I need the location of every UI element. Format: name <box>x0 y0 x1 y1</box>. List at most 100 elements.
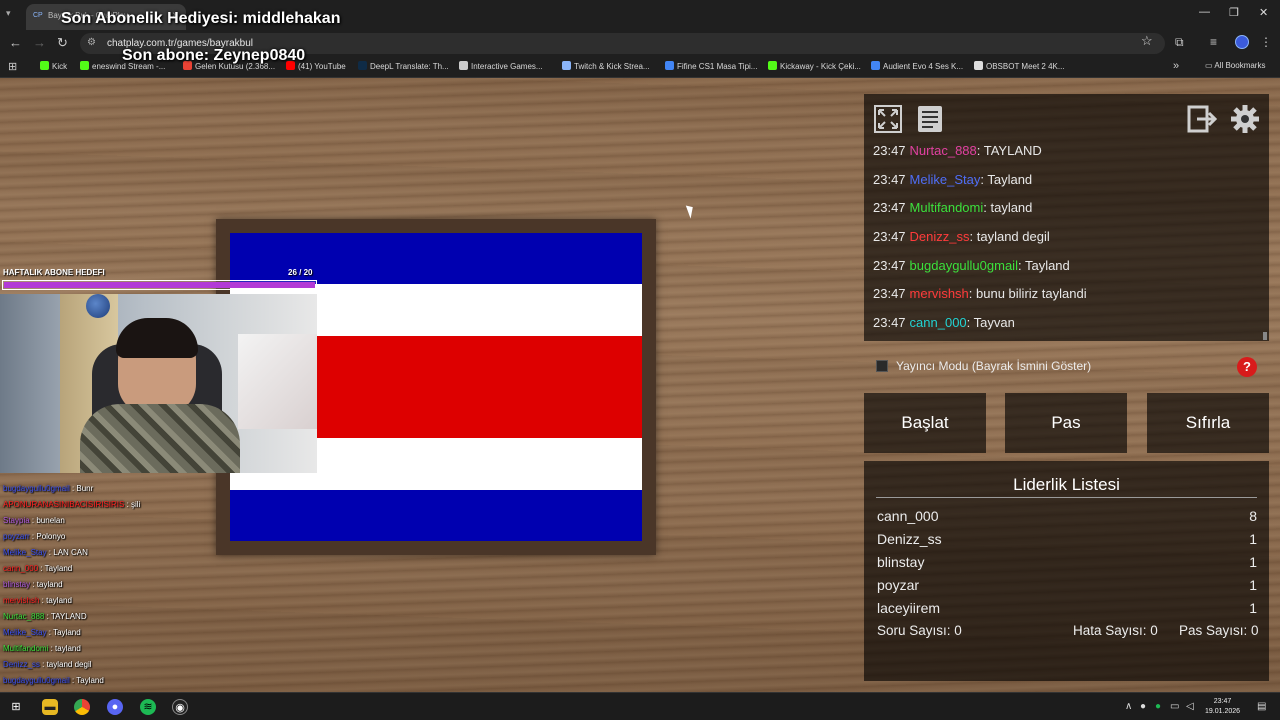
media-control-icon[interactable]: ≡ <box>1210 35 1217 49</box>
apps-grid-icon[interactable]: ⊞ <box>8 60 17 73</box>
stream-chat-user: Denizz_ss <box>3 660 40 669</box>
file-explorer-icon[interactable]: ▬ <box>42 699 58 715</box>
clock[interactable]: 23:47 19.01.2026 <box>1205 697 1240 717</box>
bookmark-6[interactable]: Twitch & Kick Strea... <box>562 61 650 71</box>
chat-user: Melike_Stay <box>909 171 981 187</box>
streamer-hair <box>116 318 198 358</box>
stream-chat-user: APONURANASINIBACISIRISIRIS <box>3 500 125 509</box>
tray-discord-icon[interactable]: ● <box>1140 701 1146 712</box>
leaderboard-row: cann_000 8 <box>877 508 1257 524</box>
bookmark-1-icon <box>80 61 89 70</box>
pass-button[interactable]: Pas <box>1005 393 1127 453</box>
pass-count: Pas Sayısı: 0 <box>1179 623 1259 638</box>
spotify-icon[interactable]: ≋ <box>140 699 156 715</box>
chat-user: cann_000 <box>909 315 967 331</box>
bookmark-10[interactable]: OBSBOT Meet 2 4K... <box>974 61 1065 71</box>
restore-icon[interactable]: ❐ <box>1229 6 1239 19</box>
stream-chat-user: blinstay <box>3 580 31 589</box>
stream-chat-line: poyzarr : Polonyo <box>3 529 313 545</box>
discord-icon[interactable]: ● <box>107 699 123 715</box>
stream-chat-text: : tayland <box>48 644 81 653</box>
folder-icon: ▭ <box>1205 61 1215 70</box>
volume-icon[interactable]: ◁ <box>1186 701 1194 712</box>
obs-icon[interactable]: ◉ <box>172 699 188 715</box>
tray-spotify-icon[interactable]: ● <box>1155 701 1161 712</box>
streamer-body <box>80 404 240 473</box>
stream-chat-line: bugdaygullu0gmail : Tayland <box>3 673 313 689</box>
stream-chat-line: cann_000 : Tayland <box>3 561 313 577</box>
stream-chat-user: poyzarr <box>3 532 30 541</box>
chat-scrollbar[interactable] <box>1263 332 1267 340</box>
stream-chat-text: : tayland degil <box>39 660 92 669</box>
bookmark-7[interactable]: Fifine CS1 Masa Tipi... <box>665 61 757 71</box>
tab-search-icon[interactable]: ▾ <box>6 8 11 19</box>
chat-message: 23:47 Nurtac_888: TAYLAND <box>873 143 1042 158</box>
reset-button[interactable]: Sıfırla <box>1147 393 1269 453</box>
chrome-icon[interactable] <box>74 699 90 715</box>
bookmark-8-icon <box>768 61 777 70</box>
stream-chat-line: Nurtac_888 : TAYLAND <box>3 609 313 625</box>
stream-chat-text: : şili <box>124 500 141 509</box>
start-button[interactable]: Başlat <box>864 393 986 453</box>
bookmark-4[interactable]: DeepL Translate: Th... <box>358 61 449 71</box>
settings-gear-icon[interactable] <box>1230 104 1260 134</box>
chat-list: 23:47 Nurtac_888: TAYLAND 23:47 Melike_Sta… <box>873 143 1263 344</box>
chat-message: 23:47 Denizz_ss: tayland degil <box>873 229 1050 245</box>
chatplay-favicon-icon: CP <box>33 12 43 19</box>
leaderboard-row: blinstay 1 <box>877 554 1257 570</box>
extensions-icon[interactable]: ⧉ <box>1175 35 1184 50</box>
browser-menu-icon[interactable]: ⋮ <box>1260 35 1272 49</box>
latest-sub-overlay: Son abone: Zeynep0840 <box>122 47 306 64</box>
bookmark-4-icon <box>358 61 367 70</box>
stream-chat-user: Melike_Stay <box>3 628 47 637</box>
streamer-mode-label[interactable]: Yayıncı Modu (Bayrak İsmini Göster) <box>896 359 1091 373</box>
chat-user: mervishsh <box>909 286 969 302</box>
streamer-mode-checkbox[interactable] <box>876 360 888 372</box>
chat-message: 23:47 Multifandomi: tayland <box>873 200 1033 216</box>
notes-icon[interactable] <box>915 104 945 134</box>
bookmarks-overflow-icon[interactable]: » <box>1173 60 1179 72</box>
webcam-feed <box>0 294 317 473</box>
chat-user: Nurtac_888 <box>909 143 977 158</box>
chat-user: Multifandomi <box>909 200 984 216</box>
bookmark-5[interactable]: Interactive Games... <box>459 61 543 71</box>
fullscreen-icon[interactable] <box>873 104 903 134</box>
stream-chat-line: Melike_Stay : Tayland <box>3 625 313 641</box>
bookmark-7-icon <box>665 61 674 70</box>
bookmark-0[interactable]: Kick <box>40 61 67 71</box>
back-icon[interactable]: ← <box>9 35 22 50</box>
stream-chat-user: Melike_Stay <box>3 548 47 557</box>
help-button[interactable]: ? <box>1237 357 1257 377</box>
profile-avatar-icon[interactable] <box>1235 35 1249 49</box>
stream-chat-line: Melike_Stay : LAN CAN <box>3 545 313 561</box>
notifications-icon[interactable]: ▤ <box>1257 701 1266 712</box>
forward-icon[interactable]: → <box>33 35 46 50</box>
sub-goal-fill <box>4 282 315 288</box>
network-icon[interactable]: ▭ <box>1170 701 1179 712</box>
divider <box>876 497 1257 498</box>
close-window-icon[interactable]: ✕ <box>1259 6 1268 19</box>
globe-icon <box>86 294 110 318</box>
minimize-icon[interactable]: — <box>1199 6 1210 18</box>
reload-icon[interactable]: ↻ <box>57 35 68 51</box>
stream-chat-overlay: bugdaygullu0gmail : Bunr APONURANASINIBAC… <box>3 481 313 720</box>
bookmark-5-icon <box>459 61 468 70</box>
windows-start-icon[interactable]: ⊞ <box>8 699 24 715</box>
bookmark-9[interactable]: Audient Evo 4 Ses K... <box>871 61 963 71</box>
chat-panel: 23:47 Nurtac_888: TAYLAND 23:47 Melike_Sta… <box>864 94 1269 341</box>
chat-message: 23:47 mervishsh: bunu biliriz taylandi <box>873 286 1087 302</box>
site-info-icon[interactable]: ⚙ <box>87 37 96 48</box>
sub-goal-label: HAFTALIK ABONE HEDEFI <box>3 268 105 277</box>
stream-chat-user: Multifandomi <box>3 644 49 653</box>
bookmark-8[interactable]: Kickaway - Kick Çeki... <box>768 61 861 71</box>
exit-icon[interactable] <box>1187 104 1218 134</box>
tray-overflow-icon[interactable]: ∧ <box>1125 701 1132 712</box>
bookmark-star-icon[interactable]: ☆ <box>1141 33 1153 49</box>
latest-gift-overlay: Son Abonelik Hediyesi: middlehakan <box>61 10 341 27</box>
all-bookmarks[interactable]: ▭ All Bookmarks <box>1205 61 1265 70</box>
streamer-mode-row: Yayıncı Modu (Bayrak İsmini Göster) ? <box>864 348 1269 384</box>
stream-chat-user: mervishsh <box>3 596 40 605</box>
chat-user: bugdaygullu0gmail <box>909 257 1018 273</box>
error-count: Hata Sayısı: 0 <box>1073 623 1158 638</box>
leaderboard-row: poyzar 1 <box>877 577 1257 593</box>
